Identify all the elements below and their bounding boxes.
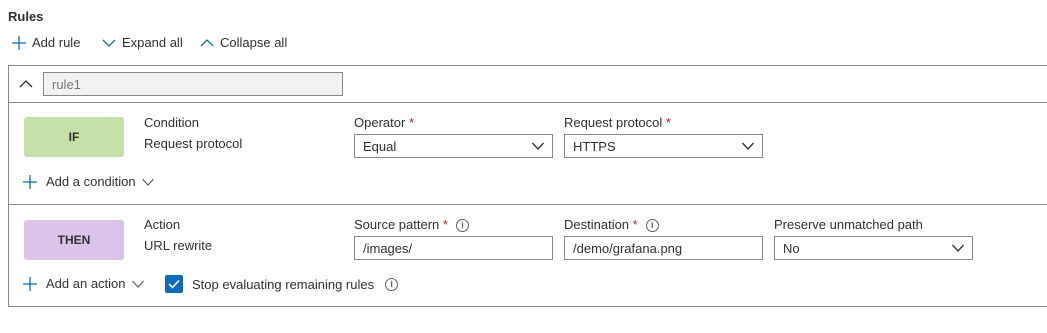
required-mark: * (408, 115, 414, 130)
source-pattern-input[interactable]: /images/ (354, 236, 553, 260)
chevron-down-icon (742, 142, 754, 150)
checkmark-icon (168, 279, 180, 289)
operator-value: Equal (363, 138, 397, 154)
protocol-label: Request protocol * (564, 115, 671, 130)
plus-icon (23, 276, 37, 291)
add-action-label: Add an action (46, 276, 126, 291)
destination-value: /demo/grafana.png (573, 240, 683, 256)
source-pattern-label: Source pattern * i (354, 217, 469, 233)
chevron-up-icon (200, 38, 214, 46)
expand-all-button[interactable]: Expand all (102, 35, 183, 50)
if-badge: IF (24, 117, 124, 157)
condition-type-label: Condition (144, 115, 199, 130)
plus-icon (23, 174, 37, 189)
info-icon[interactable]: i (455, 219, 469, 233)
if-badge-label: IF (68, 130, 80, 144)
destination-input[interactable]: /demo/grafana.png (564, 236, 763, 260)
expand-all-label: Expand all (122, 35, 183, 50)
required-mark: * (442, 217, 448, 232)
then-badge: THEN (24, 220, 124, 260)
chevron-down-icon (952, 244, 964, 252)
section-divider (8, 204, 1047, 205)
action-type-label: Action (144, 217, 181, 232)
preserve-path-label: Preserve unmatched path (774, 217, 923, 232)
operator-label: Operator * (354, 115, 414, 130)
chevron-down-icon (532, 142, 544, 150)
preserve-path-dropdown[interactable]: No (774, 236, 973, 260)
required-mark: * (665, 115, 671, 130)
collapse-all-label: Collapse all (220, 35, 288, 50)
stop-evaluating-option: Stop evaluating remaining rules i (165, 275, 399, 293)
add-action-button[interactable]: Add an action (23, 276, 144, 291)
protocol-value: HTTPS (573, 138, 616, 154)
stop-evaluating-label: Stop evaluating remaining rules (192, 276, 375, 292)
protocol-dropdown[interactable]: HTTPS (564, 134, 763, 158)
chevron-down-icon (102, 39, 116, 47)
rules-title: Rules (8, 9, 44, 24)
header-divider (8, 102, 1047, 103)
then-badge-label: THEN (57, 233, 91, 247)
stop-evaluating-checkbox[interactable] (165, 275, 183, 293)
operator-dropdown[interactable]: Equal (354, 134, 553, 158)
add-rule-button[interactable]: Add rule (12, 35, 80, 50)
collapse-all-button[interactable]: Collapse all (200, 35, 287, 50)
preserve-path-value: No (783, 240, 800, 256)
condition-type-value: Request protocol (144, 136, 243, 151)
action-type-value: URL rewrite (144, 238, 213, 253)
collapse-rule-button[interactable] (19, 77, 33, 94)
source-pattern-value: /images/ (363, 240, 413, 256)
info-icon[interactable]: i (645, 219, 659, 233)
add-condition-label: Add a condition (46, 174, 136, 189)
chevron-down-icon (141, 178, 154, 186)
add-rule-label: Add rule (32, 35, 81, 50)
chevron-up-icon (19, 80, 33, 88)
required-mark: * (632, 217, 638, 232)
plus-icon (12, 35, 26, 50)
add-condition-button[interactable]: Add a condition (23, 174, 154, 189)
info-icon[interactable]: i (385, 277, 399, 291)
chevron-down-icon (131, 280, 144, 288)
rule-name-input[interactable] (43, 72, 343, 96)
destination-label: Destination * i (564, 217, 659, 233)
